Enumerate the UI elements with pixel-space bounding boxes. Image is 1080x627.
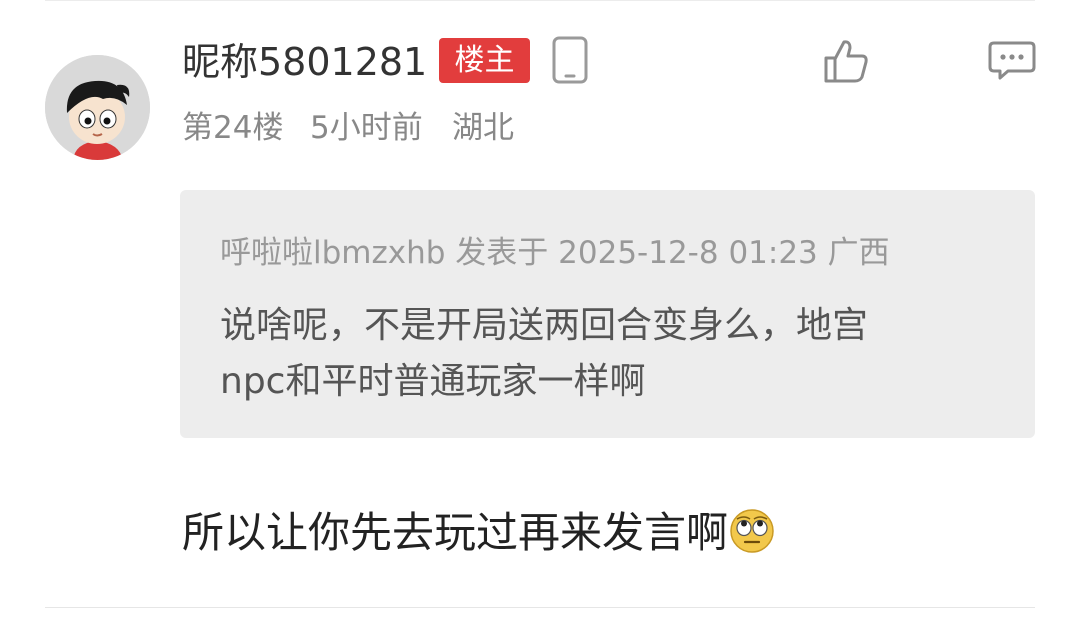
quote-text-line: npc和平时普通玩家一样啊 [220, 361, 646, 402]
quote-text-line: 说啥呢，不是开局送两回合变身么，地宫 [220, 305, 869, 346]
quoted-post[interactable]: 呼啦啦lbmzxhb 发表于 2025-12-8 01:23 广西 说啥呢，不是… [180, 190, 1035, 438]
post-location: 湖北 [452, 110, 514, 146]
quote-text: 说啥呢，不是开局送两回合变身么，地宫 npc和平时普通玩家一样啊 [220, 298, 1000, 410]
top-divider [45, 0, 1035, 1]
bottom-divider [45, 607, 1035, 608]
quote-posted-label: 发表于 [455, 235, 549, 271]
username[interactable]: 昵称5801281 [182, 36, 427, 88]
comment-body: 所以让你先去玩过再来发言啊 [182, 508, 729, 557]
quote-date: 2025-12-8 01:23 [558, 235, 818, 271]
post-time: 5小时前 [310, 110, 423, 146]
floor-number: 第24楼 [182, 110, 284, 146]
comment-bubble-icon[interactable] [988, 40, 1036, 82]
avatar[interactable] [45, 55, 150, 160]
quote-header: 呼啦啦lbmzxhb 发表于 2025-12-8 01:23 广西 [220, 230, 890, 276]
eye-roll-emoji [728, 507, 776, 555]
thumbs-up-icon[interactable] [822, 38, 870, 84]
op-badge: 楼主 [439, 38, 530, 83]
avatar-illustration [45, 55, 150, 160]
comment-text: 所以让你先去玩过再来发言啊 [182, 505, 776, 561]
quote-location: 广西 [827, 235, 890, 271]
quote-author[interactable]: 呼啦啦lbmzxhb [220, 235, 445, 271]
phone-icon [550, 36, 590, 84]
